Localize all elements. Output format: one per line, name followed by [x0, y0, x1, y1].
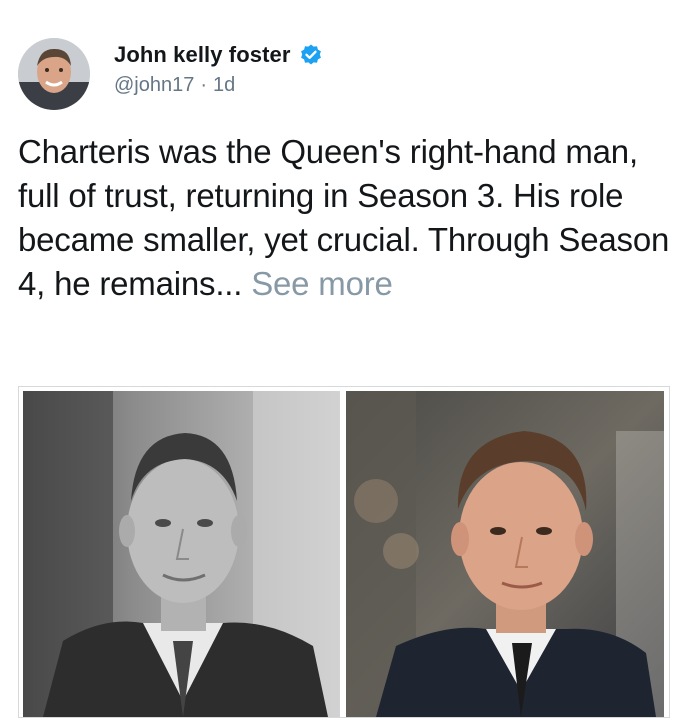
author-avatar[interactable] [18, 38, 90, 110]
author-handle[interactable]: @john17 [114, 74, 194, 97]
tweet-header: John kelly foster @john17 · 1d [18, 38, 678, 118]
meta-separator: · [200, 74, 208, 96]
tweet-timestamp[interactable]: 1d [213, 74, 235, 97]
verified-badge-icon [299, 43, 323, 67]
see-more-link[interactable]: See more [251, 265, 393, 302]
tweet-body: Charteris was the Queen's right-hand man… [18, 130, 688, 306]
media-photo-right[interactable] [346, 391, 664, 717]
author-name-row: John kelly foster [114, 42, 323, 68]
media-photo-left[interactable] [23, 391, 340, 717]
tweet-media[interactable] [18, 386, 670, 718]
author-display-name[interactable]: John kelly foster [114, 42, 291, 68]
tweet-meta: @john17 · 1d [114, 74, 235, 97]
